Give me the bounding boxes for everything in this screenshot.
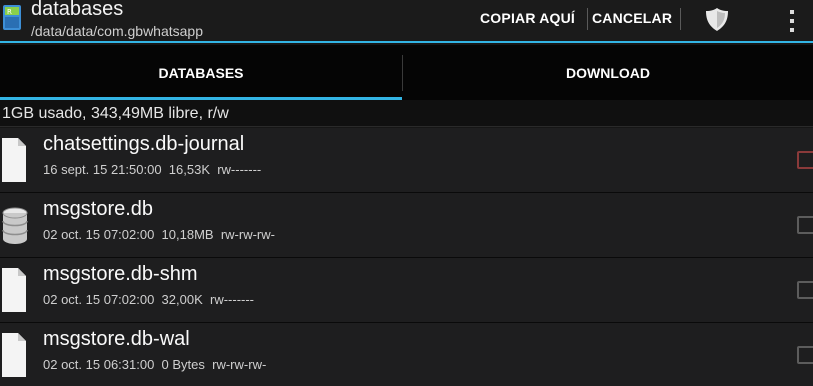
action-separator [587, 8, 588, 30]
file-icon [2, 268, 26, 312]
file-meta: 16 sept. 15 21:50:00 16,53K rw------- [43, 162, 261, 177]
file-name: msgstore.db [43, 198, 154, 220]
copy-here-button[interactable]: COPIAR AQUÍ [480, 10, 575, 26]
file-meta: 02 oct. 15 07:02:00 10,18MB rw-rw-rw- [43, 227, 275, 242]
file-name: msgstore.db-shm [43, 263, 198, 285]
tab-bar: DATABASES DOWNLOAD [0, 45, 813, 100]
file-name: chatsettings.db-journal [43, 133, 245, 155]
file-permissions: rw-rw-rw- [212, 357, 267, 372]
file-row-msgstore-wal[interactable]: msgstore.db-wal 02 oct. 15 06:31:00 0 By… [0, 323, 813, 386]
file-checkbox[interactable] [797, 216, 813, 234]
file-permissions: rw------- [217, 162, 262, 177]
storage-info: 1GB usado, 343,49MB libre, r/w [0, 100, 813, 127]
file-row-msgstore-shm[interactable]: msgstore.db-shm 02 oct. 15 07:02:00 32,0… [0, 258, 813, 323]
tab-download[interactable]: DOWNLOAD [403, 45, 813, 100]
file-name: msgstore.db-wal [43, 328, 190, 350]
file-row-msgstore-db[interactable]: msgstore.db 02 oct. 15 07:02:00 10,18MB … [0, 193, 813, 258]
file-meta: 02 oct. 15 06:31:00 0 Bytes rw-rw-rw- [43, 357, 266, 372]
file-size: 16,53K [168, 162, 210, 177]
file-date: 16 sept. 15 21:50:00 [43, 162, 162, 177]
file-icon [2, 333, 26, 377]
file-date: 02 oct. 15 07:02:00 [43, 227, 155, 242]
file-list: chatsettings.db-journal 16 sept. 15 21:5… [0, 128, 813, 386]
file-meta: 02 oct. 15 07:02:00 32,00K rw------- [43, 292, 254, 307]
file-checkbox[interactable] [797, 281, 813, 299]
file-row-chatsettings-journal[interactable]: chatsettings.db-journal 16 sept. 15 21:5… [0, 128, 813, 193]
tab-databases[interactable]: DATABASES [0, 45, 402, 100]
action-bar: R databases /data/data/com.gbwhatsapp CO… [0, 0, 813, 43]
file-size: 32,00K [161, 292, 203, 307]
file-checkbox[interactable] [797, 346, 813, 364]
file-size: 0 Bytes [161, 357, 205, 372]
file-icon [2, 138, 26, 182]
overflow-menu-icon[interactable] [786, 8, 798, 36]
file-checkbox[interactable] [797, 151, 813, 169]
file-permissions: rw-rw-rw- [220, 227, 275, 242]
svg-text:R: R [7, 8, 12, 16]
file-date: 02 oct. 15 06:31:00 [43, 357, 155, 372]
app-icon[interactable]: R [2, 2, 22, 32]
database-icon [2, 207, 28, 244]
file-date: 02 oct. 15 07:02:00 [43, 292, 155, 307]
folder-path: /data/data/com.gbwhatsapp [31, 23, 204, 39]
folder-title: databases [31, 0, 124, 20]
file-size: 10,18MB [161, 227, 214, 242]
action-separator [680, 8, 681, 30]
shield-icon[interactable] [703, 5, 731, 33]
file-permissions: rw------- [209, 292, 255, 307]
cancel-button[interactable]: CANCELAR [592, 10, 672, 26]
